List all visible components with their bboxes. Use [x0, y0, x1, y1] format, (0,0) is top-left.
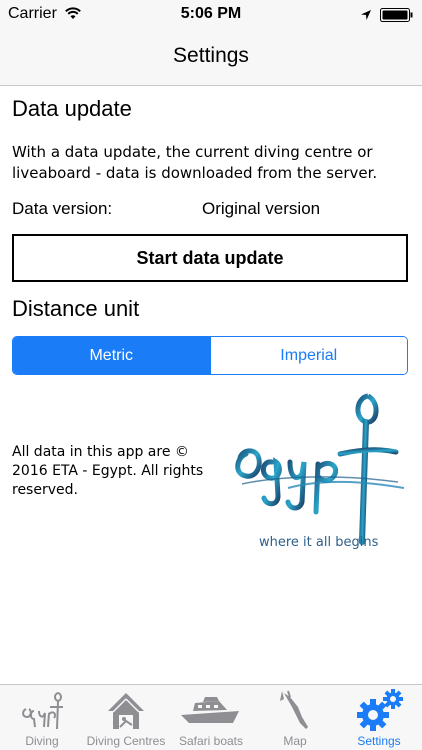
house-icon	[104, 689, 148, 736]
tab-settings-label: Settings	[357, 734, 401, 748]
logo-tagline: where it all begins	[259, 535, 379, 550]
egypt-logo-icon	[20, 689, 64, 736]
data-version-label: Data version:	[12, 199, 113, 218]
data-update-heading: Data update	[12, 96, 132, 121]
location-arrow-icon	[360, 8, 372, 26]
segment-imperial[interactable]: Imperial	[209, 337, 407, 374]
navigation-bar: Settings	[0, 30, 422, 86]
tab-safari-boats-label: Safari boats	[178, 734, 244, 748]
data-update-description: With a data update, the current diving c…	[12, 143, 378, 182]
data-version-value: Original version	[202, 199, 321, 218]
tab-diving-centres-label: Diving Centres	[86, 734, 166, 748]
tab-diving[interactable]: Diving	[0, 685, 84, 750]
tab-map[interactable]: Map	[254, 685, 336, 750]
battery-icon	[380, 8, 414, 27]
status-time: 5:06 PM	[180, 5, 242, 22]
page-title: Settings	[173, 44, 249, 67]
start-data-update-button[interactable]: Start data update	[12, 234, 408, 282]
distance-unit-heading: Distance unit	[12, 296, 140, 321]
tab-bar: Diving Diving Centres Safari boats Map S…	[0, 684, 422, 750]
tab-diving-centres[interactable]: Diving Centres	[84, 685, 168, 750]
boat-icon	[179, 689, 243, 736]
tab-settings[interactable]: Settings	[336, 685, 422, 750]
copyright-text: All data in this app are © 2016 ETA - Eg…	[12, 444, 204, 498]
map-icon	[278, 689, 312, 736]
segment-metric[interactable]: Metric	[13, 337, 210, 374]
tab-map-label: Map	[283, 734, 307, 748]
status-bar: Carrier 5:06 PM	[0, 0, 422, 30]
tab-safari-boats[interactable]: Safari boats	[168, 685, 254, 750]
egypt-logo	[228, 392, 408, 557]
tab-diving-label: Diving	[25, 734, 59, 748]
gears-icon	[351, 689, 407, 738]
distance-unit-segmented-control: Metric Imperial	[12, 336, 408, 375]
